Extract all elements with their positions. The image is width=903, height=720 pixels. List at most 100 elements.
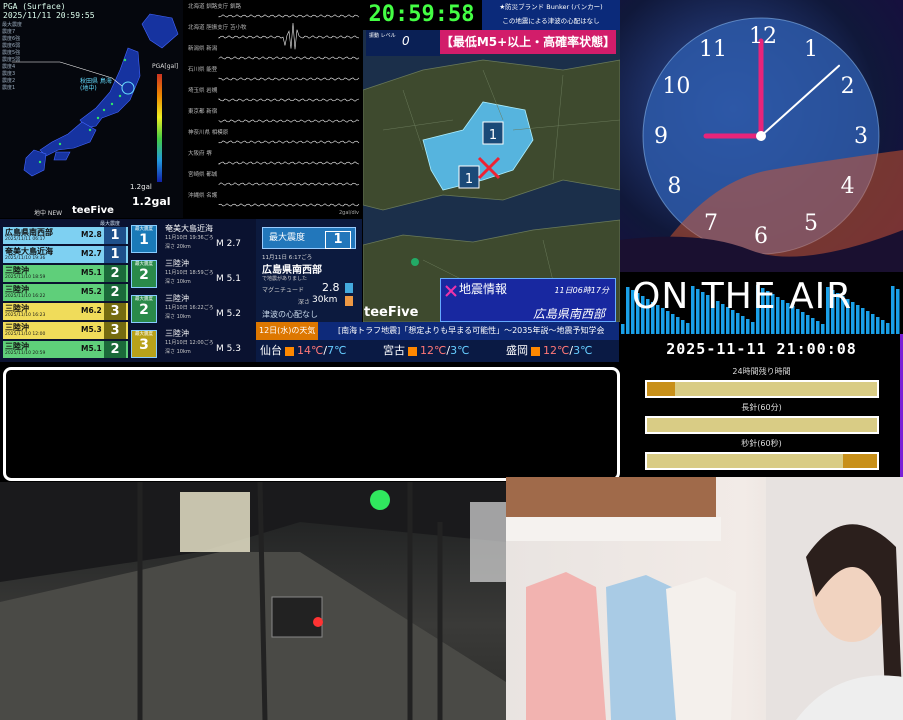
countdown-fill [647, 382, 675, 396]
tsunami-note: 津波の心配なし [262, 310, 318, 319]
visualizer-bar [621, 324, 625, 334]
weather-city: 仙台 14℃/7℃ [260, 340, 346, 362]
weather-city-name: 宮古 [383, 344, 405, 357]
street-scene [0, 482, 506, 720]
latest-place: 広島県南西部 [262, 265, 322, 276]
earthquake-list: 最大震度 広島県南西部 2025/11/11 06:17 M2.8 1 奄美大島近海 20… [0, 219, 128, 362]
clock-numeral: 3 [854, 124, 868, 149]
news-headline: [南海トラフ地震]「想定よりも早まる可能性」～2035年説～地震予知学会 [338, 326, 605, 335]
depth-swatch [345, 296, 353, 306]
waveform-unit: 2gal/div [338, 210, 359, 216]
eq-row-intensity: 3 [104, 303, 126, 320]
eq-row-date: 2025/11/10 19:36 [5, 256, 46, 261]
quake-info-place: 広島県南西部 [532, 307, 605, 321]
waveform-trace [218, 140, 360, 144]
eq-row-mag: M5.2 [81, 287, 102, 296]
detail-depth: 深さ 20km [165, 244, 191, 250]
max-intensity-text: 最大震度 [269, 233, 306, 243]
waveform-station-label: 宮崎県 都城 [188, 172, 218, 178]
visualizer-bar [681, 320, 685, 334]
detail-depth: 深さ 10km [165, 349, 191, 355]
visualizer-bar [896, 289, 900, 334]
clock-numeral: 8 [667, 174, 682, 199]
eq-row-mag: M2.8 [81, 230, 102, 239]
eq-list-row[interactable]: 三陸沖 2025/11/10 16:23 M6.2 3 [3, 303, 128, 320]
latest-note: で地震がありました [262, 276, 308, 282]
eq-row-intensity: 1 [104, 227, 126, 244]
countdown-label: 長針(60分) [741, 403, 782, 412]
colorbar-title: PGA[gal] [152, 63, 179, 70]
alert-banner: 【最低M5+以上・高確率状態】 [440, 30, 616, 54]
japan-map [12, 13, 179, 177]
visualizer-bar [821, 324, 825, 334]
message-box [3, 367, 620, 481]
weather-city: 宮古 12℃/3℃ [383, 340, 469, 362]
detail-mag: M 5.2 [216, 309, 241, 319]
visualizer-bar [861, 308, 865, 334]
eq-row-mag: M6.2 [81, 306, 102, 315]
detail-mag: M 5.3 [216, 344, 241, 354]
waveform-station-label: 沖縄県 名護 [188, 193, 218, 199]
quake-info-title: 地震情報 [459, 282, 508, 296]
map-logo: teeFive [364, 305, 419, 320]
visualizer-bar [886, 323, 890, 334]
eq-row-intensity: 2 [104, 341, 126, 358]
max-intensity-value: 1 [325, 231, 351, 249]
eq-list-row[interactable]: 広島県南西部 2025/11/11 06:17 M2.8 1 [3, 227, 128, 244]
x-marker-icon [445, 282, 457, 297]
visualizer-bar [671, 314, 675, 334]
eq-list-row[interactable]: 三陸沖 2025/11/10 18:59 M5.1 2 [3, 265, 128, 282]
weather-high: 14℃ [297, 344, 324, 357]
clock-numeral: 10 [662, 74, 691, 99]
latest-mag: 2.8 [322, 281, 340, 294]
detail-time: 11月10日 16:22ごろ [165, 305, 214, 311]
weather-city-name: 仙台 [260, 344, 282, 357]
detail-intensity-badge: 最大震度 2 [131, 260, 157, 288]
pga-logo: teeFive [72, 205, 114, 216]
weather-low: 7℃ [327, 344, 347, 357]
waveform-station-label: 埼玉県 岩槻 [188, 88, 218, 94]
visualizer-bar [626, 287, 630, 334]
pga-map-panel: PGA (Surface) 2025/11/11 20:59:55 最大震度 震度… [0, 0, 183, 218]
eq-row-intensity: 2 [104, 265, 126, 282]
waveform-trace [218, 14, 360, 18]
eq-row-intensity: 1 [104, 246, 126, 263]
visualizer-bar [891, 286, 895, 334]
eq-list-row[interactable]: 三陸沖 2025/11/10 16:22 M5.2 2 [3, 284, 128, 301]
detail-badge-value: 2 [139, 267, 149, 283]
eq-list-row[interactable]: 奄美大島近海 2025/11/10 19:36 M2.7 1 [3, 246, 128, 263]
detail-badge-value: 2 [139, 302, 149, 318]
detail-intensity-badge: 最大震度 1 [131, 225, 157, 253]
waveform-station-label: 神奈川県 相模原 [188, 130, 229, 136]
detail-mag: M 5.1 [216, 274, 241, 284]
analog-clock: 12 1 2 3 4 5 6 7 8 9 10 11 [620, 0, 903, 272]
clock-numeral: 7 [704, 210, 718, 236]
pga-colorbar [157, 74, 162, 182]
weather-date: 12日(水)の天気 [256, 322, 319, 340]
countdown-bar [645, 452, 879, 470]
visualizer-bar [676, 317, 680, 334]
eq-row-date: 2025/11/10 16:22 [5, 294, 46, 299]
detail-name: 三陸沖 [165, 259, 189, 268]
waveform-station-label: 大阪府 堺 [188, 151, 212, 157]
live-stream-feed [506, 477, 903, 720]
detail-time: 11月10日 18:59ごろ [165, 270, 214, 276]
waveform-trace [218, 56, 360, 60]
brand-banner: ★防災ブランド Bunker (バンカー) この地震による津波の心配はなし [482, 0, 620, 30]
eq-list-row[interactable]: 三陸沖 2025/11/10 20:59 M5.1 2 [3, 341, 128, 358]
waveform-trace [218, 77, 360, 81]
waveform-station-label: 新潟県 新潟 [188, 46, 218, 52]
countdown-label: 24時間残り時間 [732, 367, 791, 376]
visualizer-bar [751, 322, 755, 334]
detail-name: 三陸沖 [165, 294, 189, 303]
quake-info-time: 11日06時17分 [554, 286, 609, 295]
waveform-trace [218, 119, 360, 123]
detail-time: 11月10日 19:36ごろ [165, 235, 214, 241]
latest-time: 11月11日 6:17ごろ [262, 255, 313, 261]
waveform-trace [218, 98, 360, 102]
waveform-station-label: 東京都 新宿 [188, 109, 218, 115]
eq-row-mag: M2.7 [81, 249, 102, 258]
eq-list-row[interactable]: 三陸沖 2025/11/10 12:00 M5.3 3 [3, 322, 128, 339]
waveform-station-label: 石川県 能登 [188, 67, 218, 73]
detail-depth: 深さ 10km [165, 279, 191, 285]
